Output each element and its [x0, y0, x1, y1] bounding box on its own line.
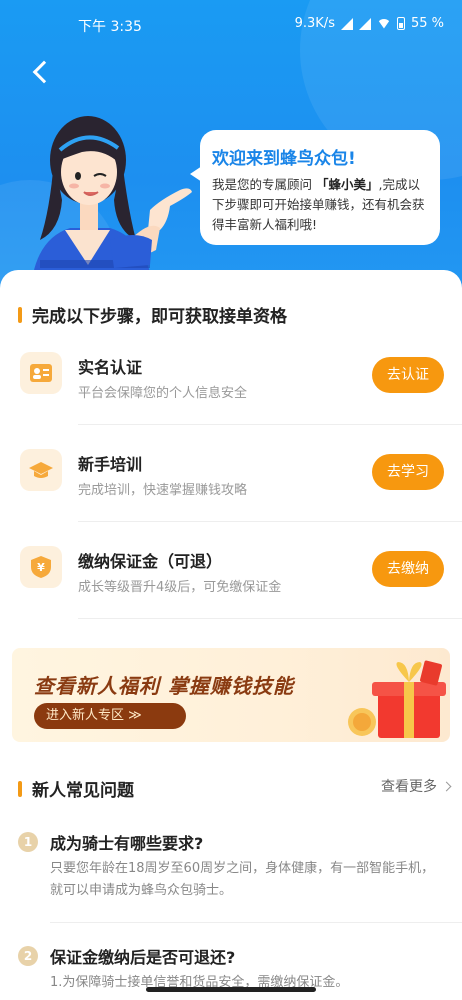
- newbie-welfare-banner[interactable]: 查看新人福利 掌握赚钱技能 进入新人专区 ≫: [12, 648, 450, 742]
- welcome-line-pre: 我是您的专属顾问: [212, 177, 316, 192]
- verify-button[interactable]: 去认证: [372, 357, 444, 393]
- battery-icon: [396, 17, 405, 30]
- banner-title: 查看新人福利 掌握赚钱技能: [34, 674, 294, 698]
- step-deposit-payment: ¥ 缴纳保证金（可退） 成长等级晋升4级后，可免缴保证金 去缴纳: [0, 546, 462, 643]
- faq-question: 保证金缴纳后是否可退还?: [50, 948, 236, 967]
- back-icon[interactable]: [28, 58, 56, 86]
- welcome-body: 我是您的专属顾问 「蜂小美」,完成以下步骤即可开始接单赚钱，还有机会获得丰富新人…: [212, 175, 428, 235]
- step-desc: 平台会保障您的个人信息安全: [78, 386, 248, 401]
- faq-item[interactable]: 1 成为骑士有哪些要求? 只要您年龄在18周岁至60周岁之间，身体健康，有一部智…: [0, 830, 462, 925]
- net-speed: 9.3K/s: [294, 16, 335, 31]
- status-bar: 下午 3:35 9.3K/s 55 %: [0, 10, 462, 40]
- step-desc: 成长等级晋升4级后，可免缴保证金: [78, 580, 282, 595]
- step-desc: 完成培训，快速掌握赚钱攻略: [78, 483, 248, 498]
- divider: [78, 521, 462, 522]
- divider: [50, 922, 462, 923]
- hero-header: 下午 3:35 9.3K/s 55 % 欢迎来到蜂鸟众包! 我是您的专属顾问 「…: [0, 0, 462, 300]
- signal-icon: [340, 17, 353, 30]
- step-name: 新手培训: [78, 455, 143, 474]
- step-name: 实名认证: [78, 358, 143, 377]
- divider: [78, 618, 462, 619]
- pay-deposit-button[interactable]: 去缴纳: [372, 551, 444, 587]
- view-more-link[interactable]: 查看更多: [381, 776, 452, 796]
- study-button[interactable]: 去学习: [372, 454, 444, 490]
- wifi-icon: [376, 18, 391, 29]
- svg-text:¥: ¥: [37, 561, 45, 574]
- faq-section-header: 新人常见问题: [18, 776, 134, 801]
- view-more-label: 查看更多: [381, 779, 437, 795]
- step-real-name-verification: 实名认证 平台会保障您的个人信息安全 去认证: [0, 352, 462, 449]
- id-card-icon: [20, 352, 62, 394]
- advisor-illustration: [30, 116, 192, 300]
- faq-number-badge: 1: [18, 832, 38, 852]
- battery-level: 55 %: [410, 16, 444, 31]
- faq-number-badge: 2: [18, 946, 38, 966]
- divider: [78, 424, 462, 425]
- section-accent-bar: [18, 780, 22, 797]
- yuan-shield-icon: ¥: [20, 546, 62, 588]
- signal-icon-2: [358, 17, 371, 30]
- graduation-cap-icon: [20, 449, 62, 491]
- advisor-name: 「蜂小美」: [315, 177, 379, 192]
- step-name: 缴纳保证金（可退）: [78, 552, 223, 571]
- welcome-speech-bubble: 欢迎来到蜂鸟众包! 我是您的专属顾问 「蜂小美」,完成以下步骤即可开始接单赚钱，…: [190, 130, 440, 245]
- steps-section-title: 完成以下步骤，即可获取接单资格: [32, 307, 287, 327]
- status-right: 9.3K/s 55 %: [295, 16, 444, 31]
- faq-question: 成为骑士有哪些要求?: [50, 834, 204, 853]
- enter-newbie-zone-button[interactable]: 进入新人专区 ≫: [34, 703, 186, 729]
- status-time: 下午 3:35: [78, 19, 142, 35]
- faq-answer: 只要您年龄在18周岁至60周岁之间，身体健康，有一部智能手机，就可以申请成为蜂鸟…: [50, 861, 435, 898]
- steps-section-header: 完成以下步骤，即可获取接单资格: [18, 302, 287, 327]
- chevron-right-icon: [441, 781, 452, 791]
- welcome-title: 欢迎来到蜂鸟众包!: [212, 149, 356, 169]
- home-indicator[interactable]: [146, 987, 316, 992]
- faq-section-title: 新人常见问题: [32, 781, 134, 801]
- gift-box-icon: [348, 660, 446, 738]
- section-accent-bar: [18, 306, 22, 323]
- step-newbie-training: 新手培训 完成培训，快速掌握赚钱攻略 去学习: [0, 449, 462, 546]
